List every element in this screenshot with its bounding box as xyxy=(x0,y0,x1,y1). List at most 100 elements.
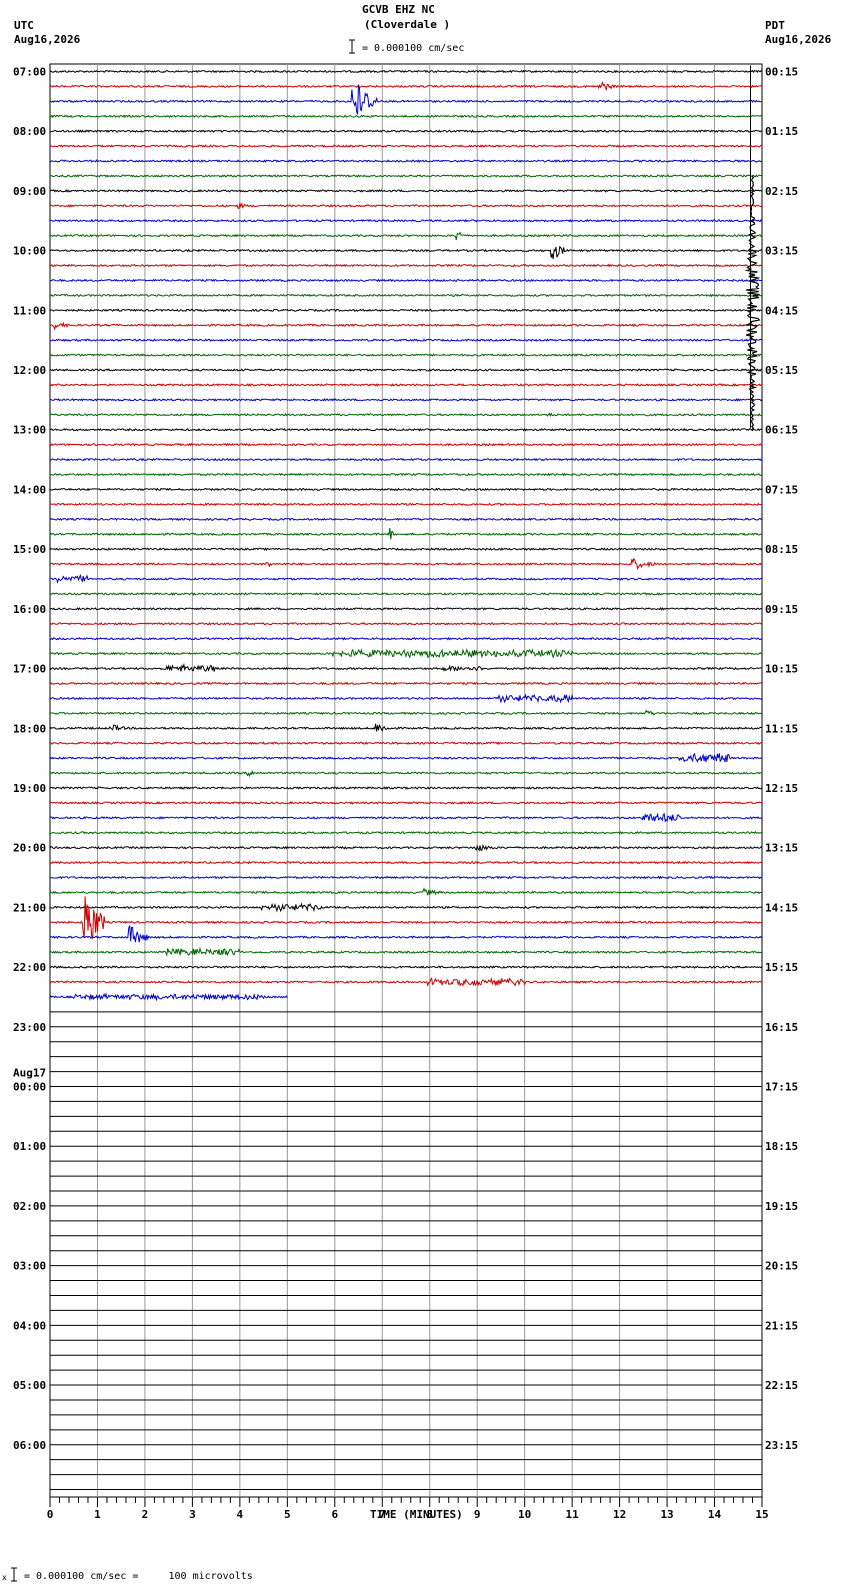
x-tick-label: 6 xyxy=(331,1508,338,1521)
x-tick-label: 4 xyxy=(237,1508,244,1521)
right-hour-label: 03:15 xyxy=(765,245,798,258)
seismic-trace xyxy=(49,278,763,283)
seismic-trace xyxy=(49,860,763,865)
seismic-trace xyxy=(49,231,763,241)
right-hour-label: 19:15 xyxy=(765,1200,798,1213)
seismic-trace xyxy=(49,412,763,417)
footer-mark: x xyxy=(2,1573,7,1582)
right-hour-label: 22:15 xyxy=(765,1379,798,1392)
seismic-trace xyxy=(49,786,763,790)
seismic-trace xyxy=(49,188,763,193)
seismic-trace xyxy=(49,830,763,835)
footer-scale-bar-icon xyxy=(11,1567,17,1582)
right-hour-label: 14:15 xyxy=(765,901,798,914)
right-hour-label: 18:15 xyxy=(765,1140,798,1153)
plot-frame xyxy=(49,63,763,1498)
x-tick-label: 15 xyxy=(755,1508,768,1521)
left-hour-label: 10:00 xyxy=(13,245,46,258)
left-hour-label: 16:00 xyxy=(13,603,46,616)
right-hour-label: 08:15 xyxy=(765,543,798,556)
seismic-trace xyxy=(49,896,763,940)
seismic-trace xyxy=(49,875,763,880)
left-hour-label: 20:00 xyxy=(13,842,46,855)
left-hour-label: 11:00 xyxy=(13,304,46,317)
seismic-trace xyxy=(49,114,763,119)
seismic-trace xyxy=(49,924,763,943)
seismic-trace xyxy=(49,457,763,462)
right-hour-label: 23:15 xyxy=(765,1439,798,1452)
right-hour-label: 17:15 xyxy=(765,1081,798,1094)
left-hour-label: 04:00 xyxy=(13,1319,46,1332)
left-hour-label: 19:00 xyxy=(13,782,46,795)
right-hour-label: 00:15 xyxy=(765,65,798,78)
seismic-trace xyxy=(49,592,763,596)
x-tick-label: 3 xyxy=(189,1508,196,1521)
left-hour-label: 08:00 xyxy=(13,125,46,138)
seismic-trace xyxy=(49,397,763,402)
seismic-trace xyxy=(49,80,763,92)
seismic-trace xyxy=(49,681,763,686)
x-tick-label: 12 xyxy=(613,1508,626,1521)
left-hour-label: 14:00 xyxy=(13,483,46,496)
seismic-trace xyxy=(49,992,288,1002)
large-event-trace xyxy=(744,175,761,430)
seismic-trace xyxy=(49,69,763,74)
seismic-trace xyxy=(49,517,763,522)
seismic-trace xyxy=(49,741,763,746)
left-hour-label: 23:00 xyxy=(13,1021,46,1034)
seismic-trace xyxy=(49,321,763,331)
plot-grid xyxy=(49,63,763,1498)
seismic-trace xyxy=(50,353,763,357)
seismic-trace xyxy=(49,338,763,343)
left-hour-label: 05:00 xyxy=(13,1379,46,1392)
seismic-trace xyxy=(49,557,763,571)
right-hour-label: 07:15 xyxy=(765,483,798,496)
x-tick-label: 5 xyxy=(284,1508,291,1521)
seismic-trace xyxy=(49,662,763,673)
right-hour-label: 01:15 xyxy=(765,125,798,138)
seismic-trace xyxy=(49,723,763,732)
seismic-trace xyxy=(49,606,763,611)
seismic-trace xyxy=(50,129,762,133)
seismic-trace xyxy=(49,84,762,115)
seismic-traces xyxy=(49,65,763,1002)
seismic-trace xyxy=(49,621,763,626)
seismic-trace xyxy=(49,368,763,372)
seismic-trace xyxy=(49,965,763,969)
seismic-trace xyxy=(49,902,763,913)
x-axis-title: TIME (MINUTES) xyxy=(370,1508,463,1521)
right-hour-label: 13:15 xyxy=(765,842,798,855)
x-tick-label: 0 xyxy=(47,1508,54,1521)
seismic-trace xyxy=(49,528,763,540)
left-hour-label: 13:00 xyxy=(13,424,46,437)
left-hour-label: 03:00 xyxy=(13,1260,46,1273)
seismic-trace xyxy=(49,693,763,704)
right-hour-label: 10:15 xyxy=(765,663,798,676)
seismic-trace xyxy=(49,383,763,387)
x-tick-label: 2 xyxy=(142,1508,149,1521)
right-hour-label: 05:15 xyxy=(765,364,798,377)
seismic-trace xyxy=(49,308,763,313)
seismic-trace xyxy=(49,709,763,716)
seismic-trace xyxy=(49,769,763,778)
left-hour-label: 06:00 xyxy=(13,1439,46,1452)
right-hour-label: 02:15 xyxy=(765,185,798,198)
seismic-trace xyxy=(49,502,763,507)
x-tick-label: 9 xyxy=(474,1508,481,1521)
left-hour-label: 00:00 xyxy=(13,1081,46,1094)
seismic-trace xyxy=(49,812,763,823)
left-hour-label: 17:00 xyxy=(13,663,46,676)
right-hour-label: 21:15 xyxy=(765,1319,798,1332)
right-hour-label: 11:15 xyxy=(765,722,798,735)
seismic-trace xyxy=(49,201,763,209)
x-tick-label: 11 xyxy=(566,1508,580,1521)
seismic-trace xyxy=(49,844,763,852)
seismic-trace xyxy=(49,245,762,260)
left-hour-label: 12:00 xyxy=(13,364,46,377)
seismic-trace xyxy=(49,263,763,268)
seismogram-plot: 0 1 2 3 4 5 6 7 8 9 10 11 12 13 14 15 07:0008:0009:0010… xyxy=(13,63,798,1521)
left-hour-label: 18:00 xyxy=(13,722,46,735)
x-tick-label: 14 xyxy=(708,1508,722,1521)
right-hour-label: 12:15 xyxy=(765,782,798,795)
seismic-trace xyxy=(49,946,763,957)
